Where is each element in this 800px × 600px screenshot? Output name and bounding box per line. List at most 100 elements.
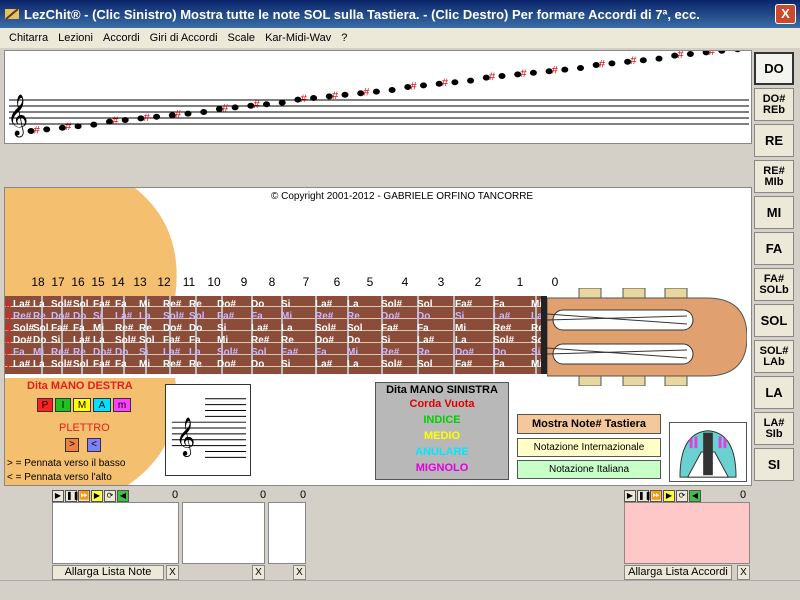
fret-note[interactable]: Si bbox=[93, 311, 102, 322]
fret-note[interactable]: Fa bbox=[251, 311, 263, 322]
fret-note[interactable]: Re bbox=[73, 347, 86, 358]
fret-note[interactable]: Sol# bbox=[381, 359, 402, 370]
fret-note[interactable]: Re# bbox=[13, 311, 31, 322]
fret-note[interactable]: La# bbox=[73, 335, 90, 346]
fret-note[interactable]: Re bbox=[139, 323, 152, 334]
fret-note[interactable]: Fa# bbox=[455, 299, 472, 310]
fret-note[interactable]: Sol bbox=[347, 323, 363, 334]
fret-note[interactable]: La# bbox=[13, 299, 30, 310]
close-chord-list-button[interactable]: X bbox=[737, 565, 750, 580]
fret-note[interactable]: Sol# bbox=[315, 323, 336, 334]
repeat-icon[interactable]: ⟳ bbox=[104, 490, 116, 502]
fret-note[interactable]: Fa bbox=[493, 299, 505, 310]
fret-note[interactable]: La bbox=[455, 335, 467, 346]
fret-note[interactable]: La bbox=[347, 299, 359, 310]
fret-note[interactable]: Fa# bbox=[93, 359, 110, 370]
fret-note[interactable]: Si bbox=[381, 335, 390, 346]
repeat-icon[interactable]: ⟳ bbox=[676, 490, 688, 502]
fret-note[interactable]: Mi bbox=[93, 323, 104, 334]
back-green-icon[interactable]: ◀ bbox=[689, 490, 701, 502]
fret-note[interactable]: Do# bbox=[381, 311, 400, 322]
fret-note[interactable]: Fa bbox=[115, 299, 127, 310]
fret-note[interactable]: Fa# bbox=[163, 335, 180, 346]
fret-note[interactable]: Mi bbox=[139, 359, 150, 370]
finger-box-P[interactable]: P bbox=[37, 398, 53, 412]
fret-note[interactable]: Fa bbox=[73, 323, 85, 334]
fret-note[interactable]: Fa# bbox=[51, 323, 68, 334]
pause-icon[interactable]: ❚❚ bbox=[637, 490, 651, 502]
note-button-10[interactable]: LA# SIb bbox=[754, 412, 794, 445]
menu-item-6[interactable]: ? bbox=[336, 32, 352, 44]
fret-note[interactable]: Fa bbox=[13, 347, 25, 358]
expand-chord-list-button[interactable]: Allarga Lista Accordi bbox=[624, 565, 732, 580]
finger-box-I[interactable]: I bbox=[55, 398, 71, 412]
fret-note[interactable]: Sol# bbox=[13, 323, 34, 334]
menu-item-4[interactable]: Scale bbox=[223, 32, 261, 44]
fret-note[interactable]: La# bbox=[417, 335, 434, 346]
fret-note[interactable]: La# bbox=[315, 359, 332, 370]
fret-note[interactable]: La# bbox=[13, 359, 30, 370]
fret-note[interactable]: Re# bbox=[115, 323, 133, 334]
fret-note[interactable]: Fa# bbox=[93, 299, 110, 310]
note-button-11[interactable]: SI bbox=[754, 448, 794, 481]
pick-up-button[interactable]: < bbox=[87, 438, 101, 452]
finger-box-m[interactable]: m bbox=[113, 398, 131, 412]
menu-item-1[interactable]: Lezioni bbox=[53, 32, 98, 44]
fret-note[interactable]: Sol bbox=[251, 347, 267, 358]
fretboard[interactable]: La# La Sol# Sol Fa# Fa Mi Re# Re Do# Do Si La# La Sol#… bbox=[5, 296, 547, 374]
fret-note[interactable]: Re# bbox=[315, 311, 333, 322]
fret-note[interactable]: Re bbox=[417, 347, 430, 358]
fret-note[interactable]: Sol bbox=[73, 359, 89, 370]
fret-note[interactable]: Sol# bbox=[381, 299, 402, 310]
fret-note[interactable]: La bbox=[33, 299, 45, 310]
fret-note[interactable]: Mi bbox=[139, 299, 150, 310]
fret-note[interactable]: La bbox=[33, 359, 45, 370]
fret-note[interactable]: Sol bbox=[417, 299, 433, 310]
fret-note[interactable]: Sol# bbox=[51, 359, 72, 370]
fret-note[interactable]: La# bbox=[163, 347, 180, 358]
fret-note[interactable]: La bbox=[189, 347, 201, 358]
fret-note[interactable]: Sol bbox=[139, 335, 155, 346]
close-list-2-button[interactable]: X bbox=[252, 565, 265, 580]
italian-notation-button[interactable]: Notazione Italiana bbox=[517, 460, 661, 479]
fret-note[interactable]: Sol# bbox=[493, 335, 514, 346]
fret-note[interactable]: Re bbox=[347, 311, 360, 322]
fret-note[interactable]: Fa bbox=[315, 347, 327, 358]
note-button-6[interactable]: FA# SOLb bbox=[754, 268, 794, 301]
fret-note[interactable]: Do bbox=[189, 323, 202, 334]
note-button-1[interactable]: DO# REb bbox=[754, 88, 794, 121]
close-list-1-button[interactable]: X bbox=[166, 565, 179, 580]
back-green-icon[interactable]: ◀ bbox=[117, 490, 129, 502]
note-button-7[interactable]: SOL bbox=[754, 304, 794, 337]
fret-note[interactable]: Re bbox=[189, 359, 202, 370]
fret-note[interactable]: Sol bbox=[417, 359, 433, 370]
international-notation-button[interactable]: Notazione Internazionale bbox=[517, 438, 661, 457]
note-list-box[interactable] bbox=[52, 502, 179, 564]
chord-list-box[interactable] bbox=[624, 502, 750, 564]
fret-note[interactable]: Do bbox=[251, 359, 264, 370]
fret-note[interactable]: Fa bbox=[115, 359, 127, 370]
fret-note[interactable]: Fa# bbox=[217, 311, 234, 322]
note-button-2[interactable]: RE bbox=[754, 124, 794, 157]
fret-note[interactable]: Si bbox=[281, 359, 290, 370]
note-list-box-2[interactable] bbox=[182, 502, 265, 564]
finger-box-M[interactable]: M bbox=[73, 398, 91, 412]
fret-note[interactable]: Re# bbox=[251, 335, 269, 346]
fret-note[interactable]: Fa bbox=[417, 323, 429, 334]
fret-note[interactable]: Mi bbox=[217, 335, 228, 346]
fret-note[interactable]: Mi bbox=[347, 347, 358, 358]
fret-note[interactable]: Do bbox=[347, 335, 360, 346]
fret-note[interactable]: La# bbox=[115, 311, 132, 322]
note-button-3[interactable]: RE# MIb bbox=[754, 160, 794, 193]
play-yellow-icon[interactable]: ▶ bbox=[91, 490, 103, 502]
play-yellow-icon[interactable]: ▶ bbox=[663, 490, 675, 502]
fret-note[interactable]: Re bbox=[281, 335, 294, 346]
note-list-box-3[interactable] bbox=[268, 502, 306, 564]
fret-note[interactable]: Sol bbox=[189, 311, 205, 322]
fret-note[interactable]: Re bbox=[189, 299, 202, 310]
fret-note[interactable]: Do# bbox=[217, 359, 236, 370]
fret-note[interactable]: Do# bbox=[93, 347, 112, 358]
note-button-5[interactable]: FA bbox=[754, 232, 794, 265]
fast-forward-icon[interactable]: ⏩ bbox=[650, 490, 662, 502]
fret-note[interactable]: Si bbox=[531, 347, 540, 358]
